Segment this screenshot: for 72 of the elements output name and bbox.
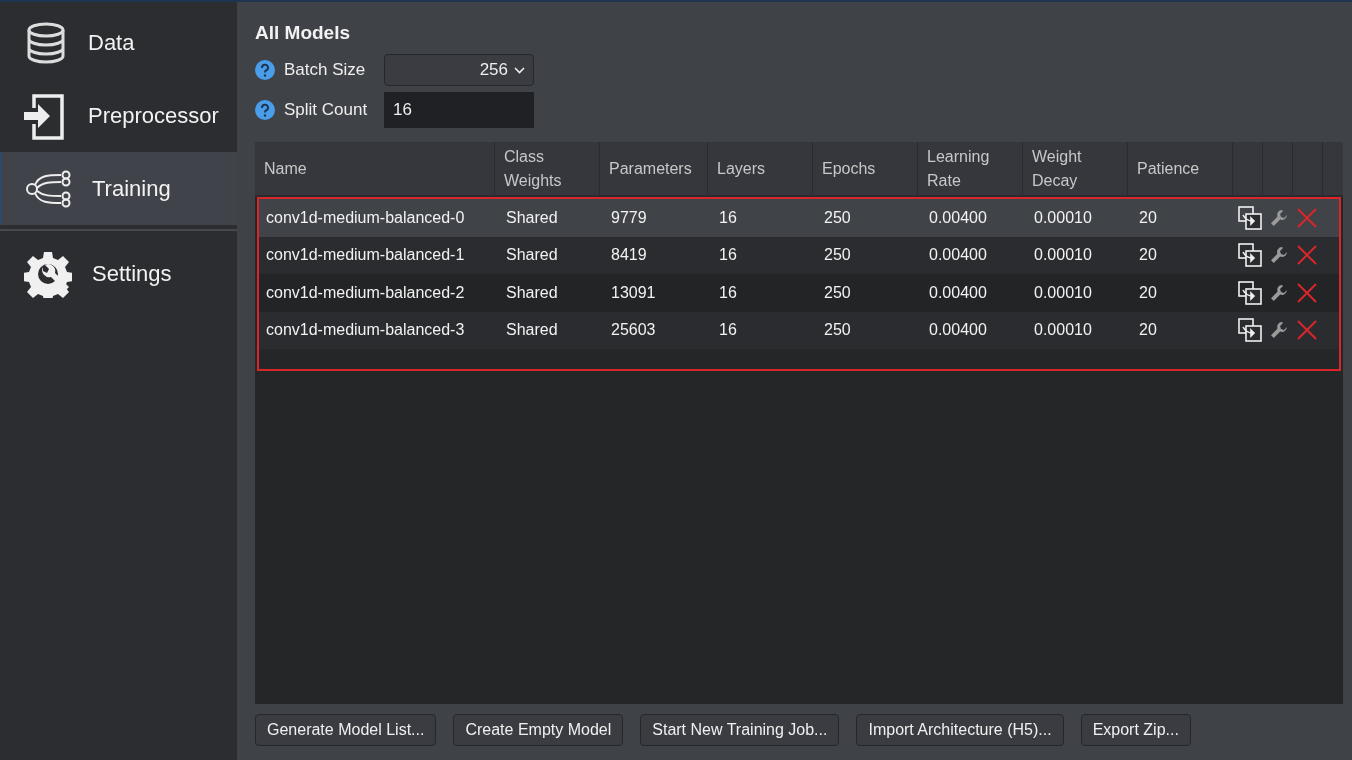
chevron-down-icon [514, 66, 525, 74]
wrench-icon[interactable] [1270, 283, 1288, 302]
field-label: Split Count [284, 100, 369, 120]
table-cell-text: 0.00010 [1033, 321, 1093, 340]
table-cell-text: 250 [823, 321, 852, 340]
sidebar-item[interactable]: Settings [0, 237, 237, 310]
table-cell-text: 20 [1138, 321, 1158, 340]
column-header[interactable]: Weight Decay [1023, 142, 1128, 195]
table-cell-text: Shared [505, 246, 559, 265]
action-button[interactable]: Start New Training Job... [640, 714, 840, 746]
table-cell-text: 16 [718, 246, 738, 265]
copy-icon[interactable] [1238, 318, 1262, 343]
table-cell-text: 20 [1138, 283, 1158, 302]
column-header[interactable]: Layers [708, 142, 813, 195]
table-cell-text: 250 [823, 246, 852, 265]
table-cell-text: conv1d-medium-balanced-1 [265, 246, 466, 265]
table-cell-text: Shared [505, 283, 559, 302]
delete-icon[interactable] [1296, 319, 1318, 342]
table-cell-text: 25603 [610, 321, 657, 340]
column-header[interactable]: Name [255, 142, 495, 195]
table-cell-text: 13091 [610, 283, 657, 302]
action-button[interactable]: Generate Model List... [255, 714, 437, 746]
help-icon[interactable] [255, 60, 275, 80]
copy-icon[interactable] [1238, 280, 1262, 305]
column-header[interactable]: Learning Rate [918, 142, 1023, 195]
sidebar-item[interactable]: Training [0, 152, 237, 225]
table-cell-text: 0.00400 [928, 246, 988, 265]
table-cell-text: 0.00010 [1033, 208, 1093, 227]
action-button[interactable]: Export Zip... [1080, 714, 1191, 746]
table-cell-text: 9779 [610, 208, 648, 227]
table-row[interactable]: conv1d-medium-balanced-1 Shared 8419 16 250 0.00400 0.00010 20 [259, 236, 1339, 274]
wrench-icon[interactable] [1270, 321, 1288, 340]
sidebar-item[interactable]: Data [0, 6, 237, 79]
table-cell-text: 16 [718, 208, 738, 227]
sidebar-item[interactable]: Preprocessor [0, 79, 237, 152]
table-cell-text: 20 [1138, 208, 1158, 227]
column-header[interactable]: Parameters [600, 142, 708, 195]
table-cell-text: conv1d-medium-balanced-2 [265, 283, 466, 302]
column-header[interactable]: Class Weights [495, 142, 600, 195]
help-icon[interactable] [255, 100, 275, 120]
table-cell-text: 0.00010 [1033, 246, 1093, 265]
batch-size-dropdown[interactable]: 256 [384, 54, 534, 86]
settings-icon [24, 249, 72, 298]
table-row[interactable]: conv1d-medium-balanced-0 Shared 9779 16 250 0.00400 0.00010 20 [259, 199, 1339, 237]
copy-icon[interactable] [1238, 205, 1262, 230]
table-cell-text: 0.00400 [928, 321, 988, 340]
field-label: Batch Size [284, 60, 367, 80]
table-cell-text: 250 [823, 283, 852, 302]
table-cell-text: 0.00400 [928, 283, 988, 302]
table-cell-text: 250 [823, 208, 852, 227]
table-cell-text: conv1d-medium-balanced-0 [265, 208, 466, 227]
table-row[interactable]: conv1d-medium-balanced-3 Shared 25603 16 250 0.00400 0.00010 20 [259, 311, 1339, 349]
table-cell-text: 0.00400 [928, 208, 988, 227]
copy-icon[interactable] [1238, 243, 1262, 268]
table-cell-text: 8419 [610, 246, 648, 265]
table-cell-text: 20 [1138, 246, 1158, 265]
table-cell-text: Shared [505, 321, 559, 340]
table-cell-text: conv1d-medium-balanced-3 [265, 321, 466, 340]
section-title: All Models [255, 22, 351, 44]
table-cell-text: 0.00010 [1033, 283, 1093, 302]
table-cell-text: 16 [718, 283, 738, 302]
action-button[interactable]: Import Architecture (H5)... [856, 714, 1064, 746]
table-cell-text: 16 [718, 321, 738, 340]
table-cell-text: Shared [505, 208, 559, 227]
delete-icon[interactable] [1296, 281, 1318, 304]
column-header[interactable]: Patience [1128, 142, 1233, 195]
wrench-icon[interactable] [1270, 208, 1288, 227]
action-button[interactable]: Create Empty Model [453, 714, 624, 746]
column-header[interactable]: Epochs [813, 142, 918, 195]
split-count-field[interactable]: 16 [384, 92, 534, 128]
delete-icon[interactable] [1296, 244, 1318, 267]
wrench-icon[interactable] [1270, 246, 1288, 265]
